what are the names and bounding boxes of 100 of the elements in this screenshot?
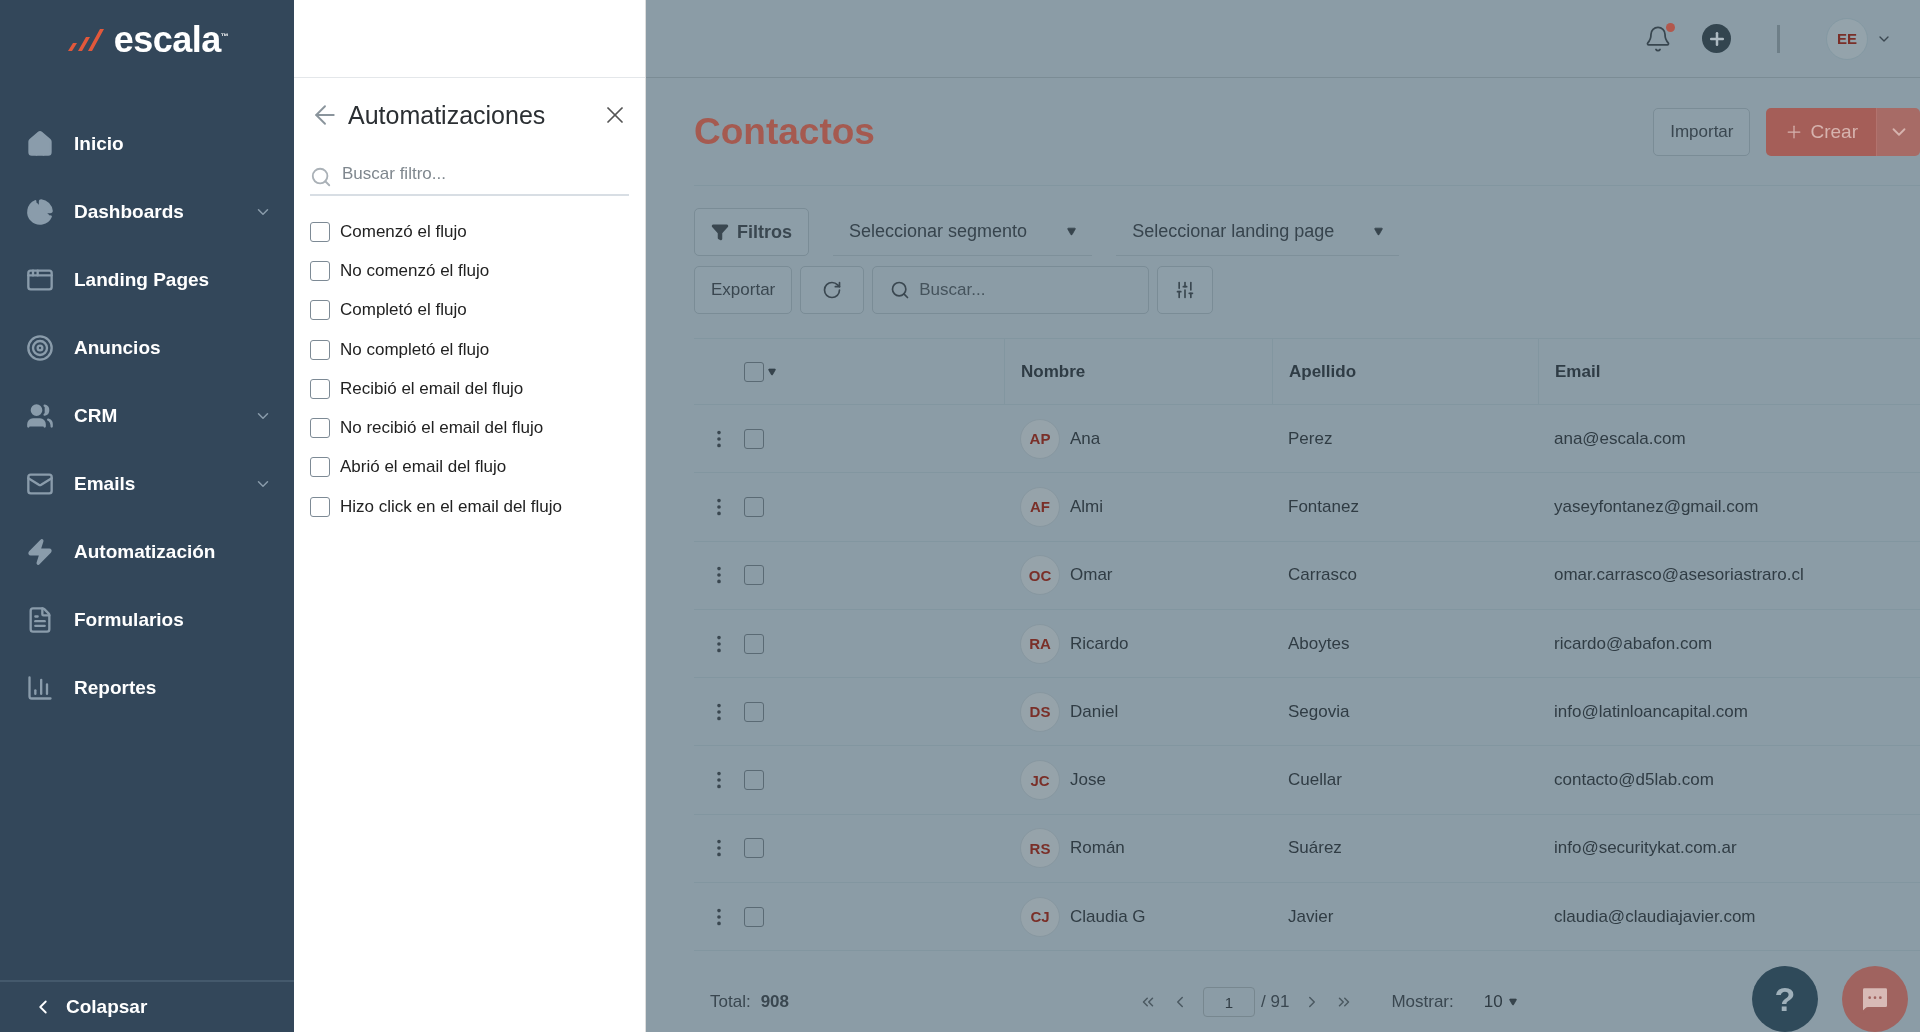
row-checkbox[interactable] [744, 701, 764, 722]
row-checkbox[interactable] [744, 770, 764, 791]
filter-option[interactable]: Abrió el email del flujo [294, 447, 645, 488]
table-cell: Jose [1070, 770, 1106, 791]
home-icon [26, 130, 54, 158]
table-cell: Daniel [1070, 701, 1119, 722]
notification-button[interactable] [1644, 24, 1672, 53]
contact-avatar: RA [1020, 623, 1060, 664]
table-cell: Román [1070, 838, 1125, 859]
checkbox[interactable] [310, 457, 330, 478]
logo-text: escala$^{™}$ [113, 19, 229, 61]
refresh-button[interactable] [800, 266, 865, 314]
checkbox[interactable] [310, 300, 330, 321]
checkbox[interactable] [310, 260, 330, 281]
table-cell-text: Perez [1287, 428, 1334, 449]
sidebar-item[interactable]: Reportes [0, 654, 294, 722]
sidebar-item[interactable]: Formularios [0, 586, 294, 654]
table-cell: Ricardo [1070, 633, 1129, 654]
row-checkbox[interactable] [744, 565, 764, 586]
table-cell-text: omar.carrasco@asesoriastraro.cl [1553, 565, 1805, 586]
row-checkbox[interactable] [744, 496, 764, 517]
filter-option[interactable]: No comenzó el flujo [294, 251, 645, 291]
user-avatar[interactable]: EE [1826, 17, 1868, 60]
table-cell-text: Carrasco [1287, 565, 1358, 586]
page-size-select[interactable]: 10 [1477, 991, 1523, 1013]
drawer-title: Automatizaciones [348, 100, 547, 130]
caret-icon[interactable] [1508, 998, 1517, 1006]
table-cell-text: Cuellar [1287, 770, 1343, 791]
column-header[interactable]: Nombre [1004, 339, 1272, 405]
sidebar-item[interactable]: Emails [0, 450, 294, 518]
lightning-icon [26, 538, 54, 566]
contact-avatar: JC [1020, 760, 1060, 801]
select-all-checkbox[interactable] [744, 362, 764, 382]
help-button[interactable]: ? [1752, 966, 1818, 1032]
table-cell-text: Javier [1287, 906, 1335, 927]
table-cell-text: yaseyfontanez@gmail.com [1553, 496, 1760, 517]
contact-avatar: DS [1020, 691, 1060, 732]
table-cell-text: info@securitykat.com.ar [1553, 838, 1738, 859]
sidebar-item[interactable]: Inicio [0, 110, 294, 178]
pie-chart-icon [26, 198, 54, 226]
contact-avatar: RS [1020, 828, 1060, 869]
row-checkbox[interactable] [744, 838, 764, 859]
sidebar-item[interactable]: Dashboards [0, 178, 294, 246]
row-checkbox[interactable] [744, 906, 764, 927]
checkbox[interactable] [310, 496, 330, 517]
table-cell-text: Aboytes [1287, 633, 1351, 654]
checkbox[interactable] [310, 418, 330, 439]
bar-chart-icon [26, 674, 54, 702]
search-field[interactable]: Buscar... [872, 266, 1150, 314]
table-cell-text: ana@escala.com [1553, 428, 1687, 449]
caret-icon[interactable] [1067, 227, 1077, 236]
table-cell-text: info@latinloancapital.com [1553, 701, 1749, 722]
table-cell: Claudia G [1070, 906, 1146, 927]
caret-icon[interactable] [1374, 227, 1384, 236]
column-header[interactable]: Email [1538, 339, 1920, 405]
table-cell-text: Suárez [1287, 838, 1343, 859]
total-label: Total: [710, 992, 751, 1012]
sidebar-item[interactable]: Automatización [0, 518, 294, 586]
table-cell-text: Segovia [1287, 701, 1351, 722]
caret-icon[interactable] [768, 368, 776, 376]
table-cell: Ana [1070, 428, 1101, 449]
columns-settings-button[interactable] [1157, 266, 1214, 314]
filter-option[interactable]: Recibió el email del flujo [294, 369, 645, 409]
filter-option[interactable]: Comenzó el flujo [294, 212, 645, 252]
table-cell: Omar [1070, 565, 1113, 586]
filter-option[interactable]: No completó el flujo [294, 329, 645, 370]
page-field[interactable]: 1 [1203, 987, 1255, 1017]
contact-avatar: AP [1020, 418, 1060, 459]
checkbox[interactable] [310, 378, 330, 399]
table-cell-text: claudia@claudiajavier.com [1553, 906, 1757, 927]
filter-option[interactable]: Completó el flujo [294, 290, 645, 330]
people-icon [26, 402, 54, 430]
search-icon [310, 166, 332, 188]
checkbox[interactable] [310, 221, 330, 242]
checkbox[interactable] [310, 339, 330, 360]
sidebar-item[interactable]: CRM [0, 382, 294, 450]
filter-option[interactable]: No recibió el email del flujo [294, 408, 645, 448]
page-count: / 91 [1261, 992, 1290, 1012]
sidebar-item[interactable]: Landing Pages [0, 246, 294, 314]
contact-avatar: CJ [1020, 896, 1060, 937]
total-count: 908 [760, 992, 789, 1012]
import-button[interactable]: Importar [1653, 107, 1751, 156]
filter-option[interactable]: Hizo click en el email del flujo [294, 487, 645, 527]
refresh-icon[interactable] [822, 280, 843, 300]
sidebar-item[interactable]: Anuncios [0, 314, 294, 382]
table-cell: Almi [1070, 496, 1104, 517]
column-header[interactable]: Apellido [1272, 339, 1538, 405]
table-cell-text: ricardo@abafon.com [1553, 633, 1714, 654]
contact-avatar: OC [1020, 555, 1060, 596]
table-cell-text: contacto@d5lab.com [1553, 770, 1715, 791]
segment-select[interactable]: Seleccionar segmento [833, 208, 1093, 256]
landing-page-select[interactable]: Seleccionar landing page [1116, 208, 1400, 256]
search-icon [890, 280, 911, 300]
row-checkbox[interactable] [744, 428, 764, 449]
sliders-icon[interactable] [1175, 280, 1196, 300]
table-cell-text: Fontanez [1287, 496, 1360, 517]
filter-icon[interactable] [711, 223, 729, 241]
logo-icon [65, 27, 106, 53]
row-checkbox[interactable] [744, 633, 764, 654]
page-size-label: Mostrar: [1391, 992, 1454, 1012]
